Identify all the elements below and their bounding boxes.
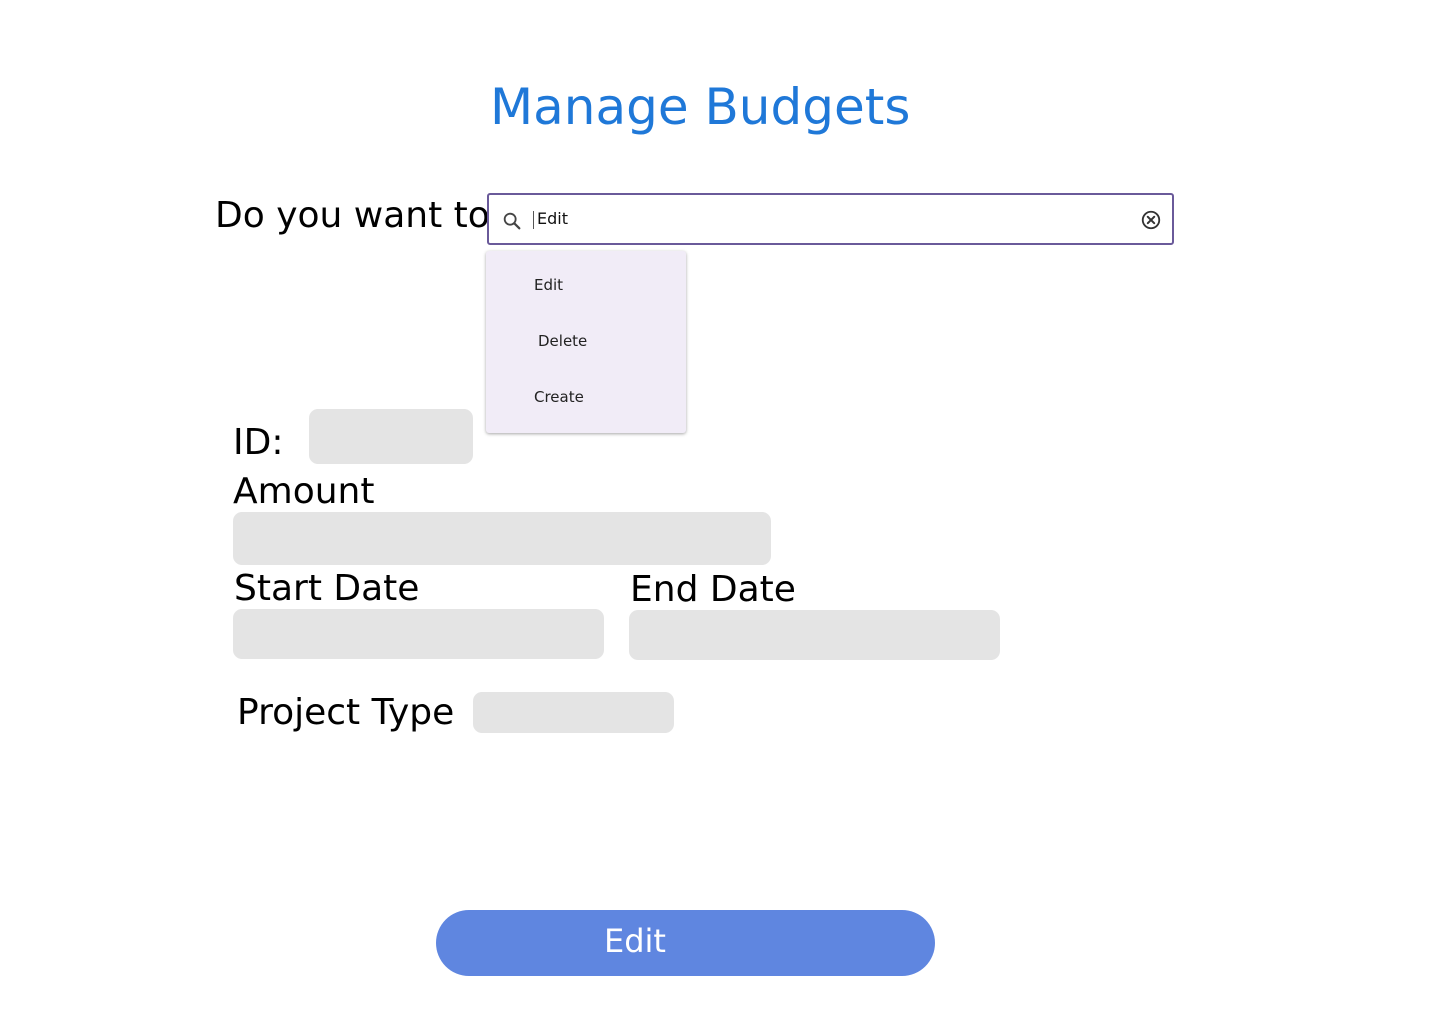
- clear-circle-icon[interactable]: [1140, 209, 1162, 231]
- amount-label: Amount: [233, 471, 375, 512]
- project-type-label: Project Type: [237, 692, 455, 733]
- manage-budgets-page: Manage Budgets Do you want to Edit Edit …: [0, 0, 1440, 1024]
- page-title: Manage Budgets: [490, 78, 911, 136]
- id-label: ID:: [233, 422, 284, 463]
- edit-submit-button[interactable]: Edit: [436, 910, 935, 976]
- search-icon: [503, 212, 521, 230]
- text-caret: [533, 211, 534, 229]
- end-date-label: End Date: [630, 569, 796, 610]
- project-type-field[interactable]: [473, 692, 674, 733]
- dropdown-option-edit[interactable]: Edit: [534, 276, 563, 294]
- action-dropdown-menu: Edit Delete Create: [486, 251, 686, 433]
- edit-submit-button-label: Edit: [604, 922, 666, 960]
- amount-field[interactable]: [233, 512, 771, 565]
- start-date-label: Start Date: [234, 568, 420, 609]
- start-date-field[interactable]: [233, 609, 604, 659]
- dropdown-option-delete[interactable]: Delete: [538, 332, 587, 350]
- id-field[interactable]: [309, 409, 473, 464]
- action-search-field[interactable]: Edit: [487, 193, 1174, 245]
- dropdown-option-create[interactable]: Create: [534, 388, 584, 406]
- action-search-input[interactable]: Edit: [537, 209, 568, 228]
- action-picker-label: Do you want to: [215, 195, 490, 236]
- end-date-field[interactable]: [629, 610, 1000, 660]
